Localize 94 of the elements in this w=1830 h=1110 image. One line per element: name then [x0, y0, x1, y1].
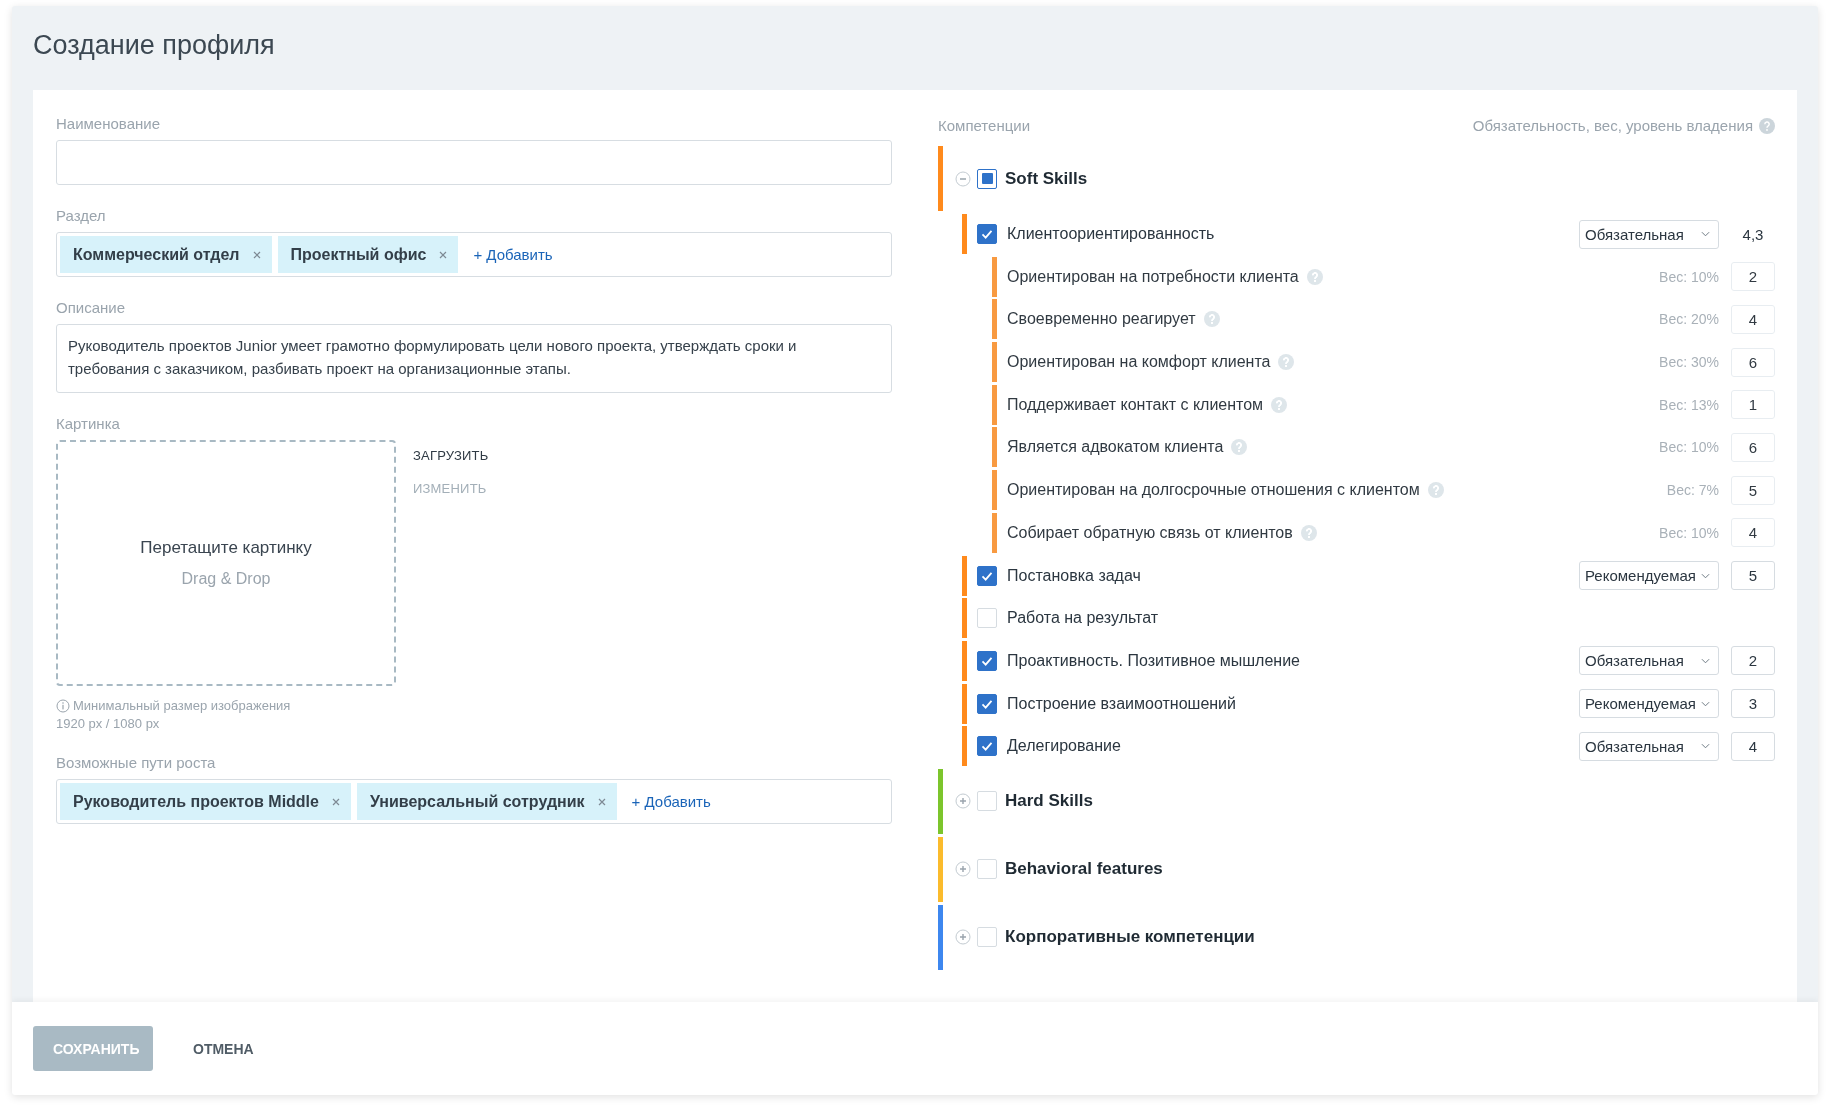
- checkbox[interactable]: [977, 650, 997, 671]
- tag-label: Универсальный сотрудник: [369, 792, 585, 811]
- score-input[interactable]: 4: [1731, 304, 1775, 334]
- help-icon[interactable]: [1271, 396, 1288, 413]
- add-link[interactable]: + Добавить: [473, 246, 553, 263]
- competency-name: Работа на результат: [1007, 609, 1160, 628]
- help-icon[interactable]: [1427, 482, 1444, 499]
- dialog-title: Создание профиля: [33, 29, 275, 61]
- indicator-name: Является адвокатом клиента: [1007, 438, 1224, 457]
- help-icon[interactable]: [1300, 524, 1317, 541]
- score-input[interactable]: 6: [1731, 432, 1775, 462]
- remove-icon[interactable]: [251, 249, 262, 260]
- average-score: 4,3: [1741, 225, 1765, 243]
- note-text: Минимальный размер изображения: [73, 697, 291, 715]
- competency-name: Построение взаимоотношений: [1007, 694, 1237, 713]
- score-input[interactable]: 5: [1731, 475, 1775, 505]
- score-input[interactable]: 2: [1731, 262, 1775, 292]
- field-label: Наименование: [56, 114, 160, 134]
- score-input[interactable]: 4: [1731, 731, 1775, 761]
- help-icon[interactable]: [1306, 268, 1323, 285]
- weight-text: Вес: 10%: [1659, 268, 1719, 285]
- drop-hint: Drag & Drop: [181, 570, 271, 588]
- requirement-dropdown[interactable]: Обязательная: [1579, 646, 1719, 676]
- field-label: Описание: [56, 298, 126, 318]
- score-input[interactable]: 4: [1731, 518, 1775, 548]
- field-label: Картинка: [56, 414, 120, 434]
- chevron-down-icon: [1701, 572, 1710, 579]
- checkbox[interactable]: [977, 168, 997, 189]
- score-input[interactable]: 6: [1731, 347, 1775, 377]
- help-icon[interactable]: [1759, 118, 1775, 134]
- weight-text: Вес: 10%: [1659, 439, 1719, 456]
- group-name: Hard Skills: [1005, 791, 1093, 812]
- help-icon[interactable]: [1203, 311, 1220, 328]
- indicator-name: Поддерживает контакт с клиентом: [1007, 395, 1264, 414]
- indicator-name: Ориентирован на комфорт клиента: [1007, 353, 1271, 372]
- tags-field[interactable]: Коммерческий отдел Проектный офис + Добавить: [56, 232, 892, 277]
- weight-text: Вес: 30%: [1659, 354, 1719, 371]
- expand-icon[interactable]: [955, 861, 971, 878]
- expand-icon[interactable]: [955, 929, 971, 946]
- checkbox[interactable]: [977, 565, 997, 586]
- score-input[interactable]: 1: [1731, 390, 1775, 420]
- indicator-name: Собирает обратную связь от клиентов: [1007, 523, 1293, 542]
- chevron-down-icon: [1701, 231, 1710, 237]
- help-icon[interactable]: [1231, 439, 1248, 456]
- chevron-down-icon: [1701, 700, 1710, 707]
- weight-text: Вес: 20%: [1659, 311, 1719, 328]
- requirement-dropdown[interactable]: Обязательная: [1579, 219, 1719, 249]
- weight-text: Вес: 10%: [1659, 524, 1719, 541]
- score-input[interactable]: 2: [1731, 646, 1775, 676]
- tag-label: Проектный офис: [290, 245, 427, 264]
- info-icon: [56, 699, 70, 713]
- remove-icon[interactable]: [330, 796, 341, 807]
- indicator-name: Ориентирован на долгосрочные отношения с клиентом: [1007, 481, 1420, 500]
- group-name: Корпоративные компетенции: [1005, 927, 1255, 948]
- remove-icon[interactable]: [596, 796, 607, 807]
- tags-field[interactable]: Руководитель проектов Middle Универсальный сотрудник + Добавить: [56, 779, 892, 824]
- collapse-icon[interactable]: [955, 170, 971, 187]
- indicator-name: Своевременно реагирует: [1007, 310, 1196, 329]
- drop-zone[interactable]: Перетащите картинку Drag & Drop: [56, 440, 396, 686]
- weight-text: Вес: 7%: [1666, 482, 1719, 499]
- column-header: Обязательность, вес, уровень владения: [1472, 116, 1753, 136]
- text-button[interactable]: ЗАГРУЗИТЬ: [413, 448, 489, 463]
- tag-label: Руководитель проектов Middle: [73, 792, 319, 811]
- competency-name: Постановка задач: [1007, 566, 1142, 585]
- score-input[interactable]: 3: [1731, 689, 1775, 719]
- cancel-button[interactable]: ОТМЕНА: [173, 1026, 274, 1071]
- competency-name: Проактивность. Позитивное мышление: [1007, 651, 1301, 670]
- chevron-down-icon: [1701, 657, 1710, 664]
- field-label: Раздел: [56, 206, 106, 226]
- checkbox[interactable]: [977, 224, 997, 244]
- group-name: Behavioral features: [1005, 859, 1163, 880]
- help-icon[interactable]: [1278, 354, 1295, 371]
- tag-label: Коммерческий отдел: [73, 245, 240, 264]
- description-field[interactable]: Руководитель проектов Junior умеет грамотно формулировать цели нового проекта, утверждать сроки и требования с заказчиком, разбивать проект на организационные этапы.: [56, 324, 892, 393]
- size-text: 1920 px / 1080 px: [56, 715, 161, 733]
- checkbox[interactable]: [977, 736, 997, 757]
- checkbox[interactable]: [977, 693, 997, 714]
- competency-name: Делегирование: [1007, 737, 1122, 756]
- competency-name: Клиентоориентированность: [1007, 225, 1216, 243]
- column-header: Компетенции: [938, 116, 1031, 136]
- chevron-down-icon: [1701, 743, 1710, 750]
- drop-title: Перетащите картинку: [140, 538, 312, 558]
- name-input-field[interactable]: [56, 140, 892, 185]
- indicator-name: Ориентирован на потребности клиента: [1007, 267, 1299, 286]
- score-input[interactable]: 5: [1731, 561, 1775, 590]
- weight-text: Вес: 13%: [1659, 396, 1719, 413]
- remove-icon[interactable]: [438, 249, 449, 260]
- requirement-dropdown[interactable]: Обязательная: [1579, 731, 1719, 761]
- requirement-dropdown[interactable]: Рекомендуемая: [1579, 689, 1719, 719]
- add-link[interactable]: + Добавить: [631, 793, 711, 810]
- group-name: Soft Skills: [1005, 168, 1088, 189]
- expand-icon[interactable]: [955, 793, 971, 810]
- field-label: Возможные пути роста: [56, 753, 216, 773]
- requirement-dropdown[interactable]: Рекомендуемая: [1579, 561, 1719, 590]
